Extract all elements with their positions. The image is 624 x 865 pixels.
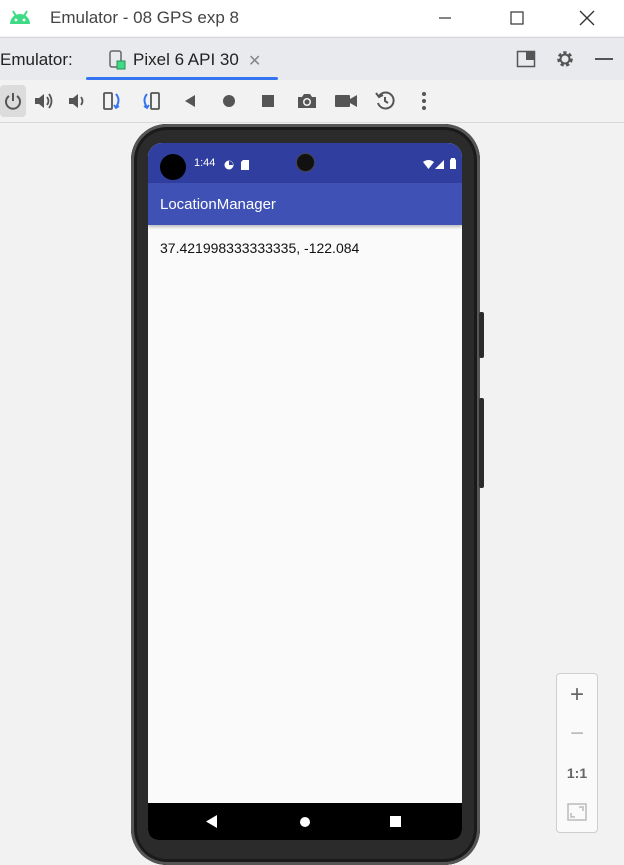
location-text: 37.421998333333335, -122.084 <box>160 240 360 256</box>
tab-title: Pixel 6 API 30 <box>133 50 239 69</box>
volume-down-icon[interactable] <box>64 89 88 113</box>
close-window-button[interactable] <box>564 0 610 36</box>
hide-panel-icon[interactable] <box>594 49 614 69</box>
overview-icon[interactable] <box>256 89 280 113</box>
device-screen[interactable]: 1:44 LocationManager 37.421998333333335,… <box>148 143 462 840</box>
layout-toggle-icon[interactable] <box>516 49 536 69</box>
status-sd-icon <box>241 157 249 175</box>
record-icon[interactable] <box>334 89 358 113</box>
battery-icon <box>450 156 456 174</box>
window-title: Emulator - 08 GPS exp 8 <box>50 8 239 27</box>
status-time: 1:44 <box>194 157 216 169</box>
more-icon[interactable] <box>412 89 436 113</box>
settings-gear-icon[interactable] <box>555 49 575 69</box>
emulator-label: Emulator: <box>0 50 73 69</box>
nav-recents-icon[interactable] <box>390 816 401 827</box>
tab-close-icon[interactable]: ✕ <box>248 51 261 71</box>
front-camera <box>296 153 315 172</box>
actual-size-button[interactable]: 1:1 <box>557 754 597 792</box>
title-bar: Emulator - 08 GPS exp 8 <box>0 0 624 36</box>
maximize-button[interactable] <box>494 0 540 36</box>
emulator-toolbar <box>0 80 624 123</box>
emulator-tabstrip: Emulator: Pixel 6 API 30 ✕ <box>0 37 624 80</box>
snapshot-icon[interactable] <box>373 89 397 113</box>
device-volume-button[interactable] <box>479 398 484 488</box>
power-icon[interactable] <box>0 85 26 117</box>
home-icon[interactable] <box>217 89 241 113</box>
rotate-left-icon[interactable] <box>100 89 124 113</box>
app-bar: LocationManager <box>148 183 462 225</box>
back-icon[interactable] <box>178 89 202 113</box>
wifi-icon <box>423 157 434 175</box>
device-icon <box>108 50 126 75</box>
nav-back-icon[interactable] <box>206 815 218 833</box>
camera-icon[interactable] <box>295 89 319 113</box>
status-bar: 1:44 <box>148 143 462 183</box>
nav-home-icon[interactable] <box>300 817 310 827</box>
app-title: LocationManager <box>160 196 276 213</box>
signal-icon <box>435 157 444 175</box>
status-data-icon <box>224 157 234 175</box>
device-power-button[interactable] <box>479 312 484 358</box>
zoom-in-button[interactable]: + <box>557 676 597 714</box>
zoom-out-button[interactable]: − <box>557 715 597 753</box>
zoom-panel: + − 1:1 <box>556 673 598 833</box>
volume-up-icon[interactable] <box>32 89 56 113</box>
nav-bar <box>148 803 462 840</box>
status-notification-dot <box>160 154 186 180</box>
rotate-right-icon[interactable] <box>139 89 163 113</box>
minimize-button[interactable] <box>422 0 468 36</box>
tab-pixel-6-api-30[interactable]: Pixel 6 API 30 ✕ <box>86 38 278 80</box>
fit-screen-icon[interactable] <box>557 793 597 831</box>
android-icon <box>8 8 32 26</box>
